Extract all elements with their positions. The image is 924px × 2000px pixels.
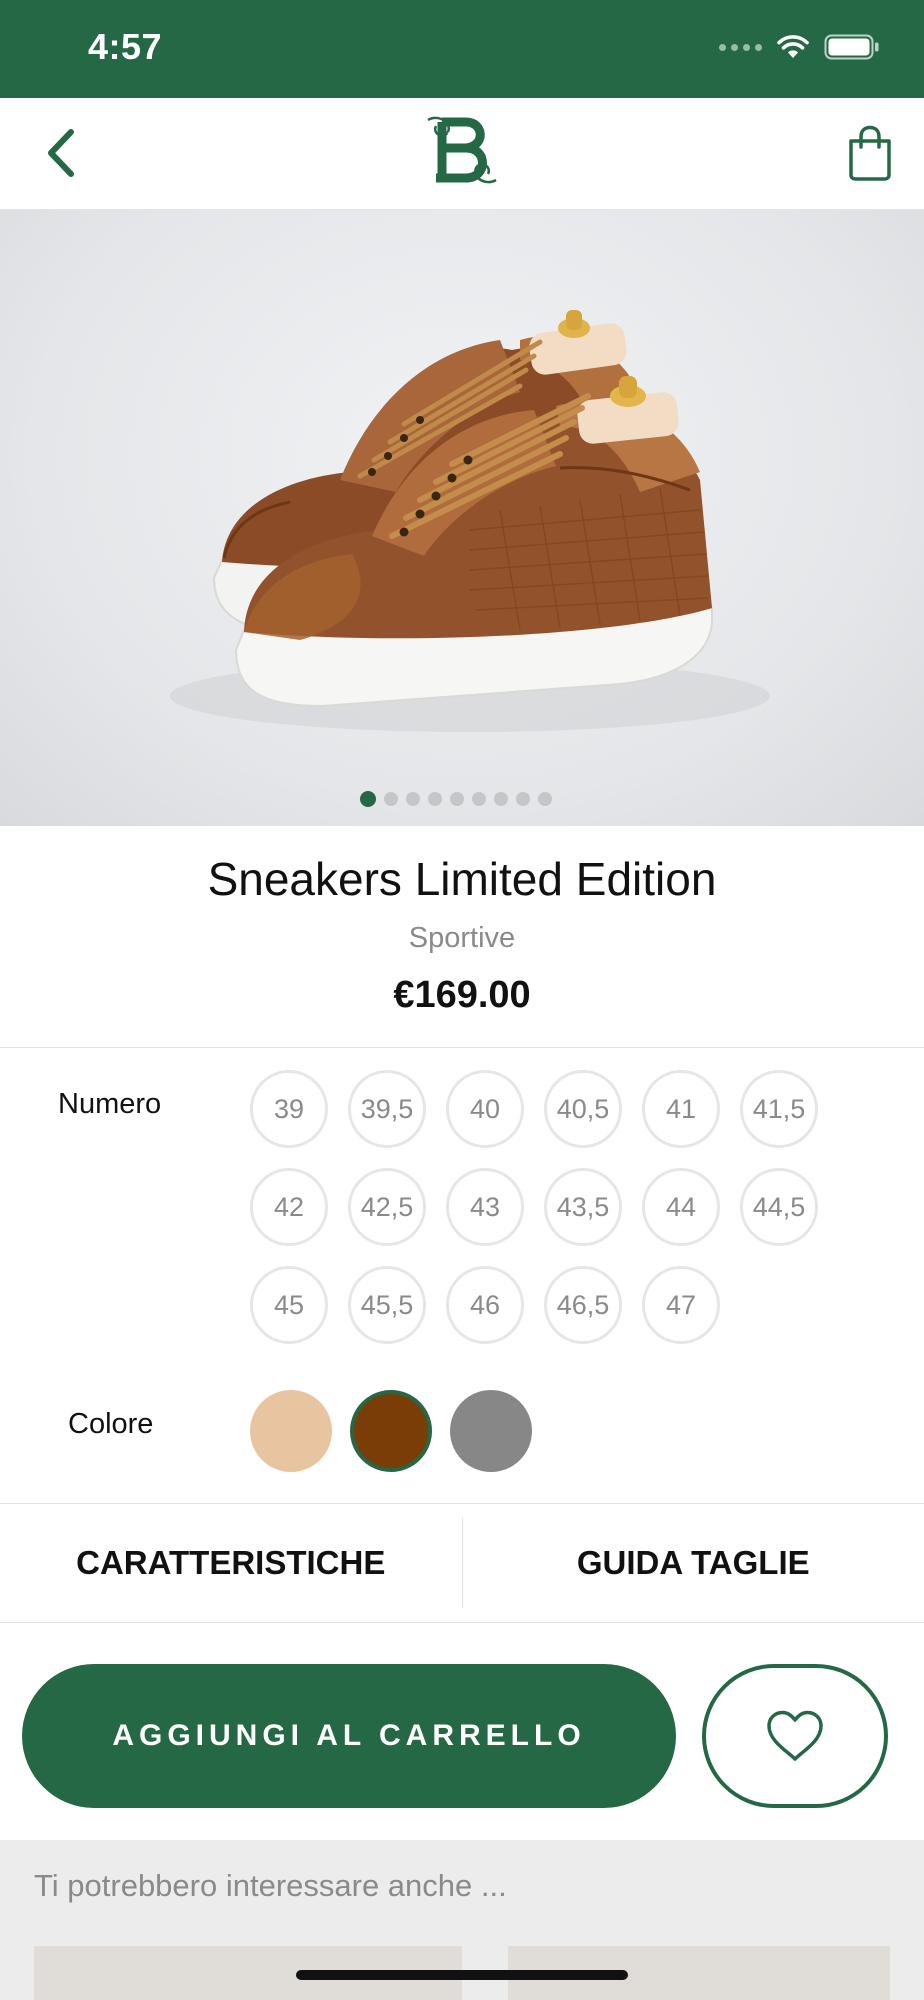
tab-features[interactable]: CARATTERISTICHE [0, 1504, 462, 1622]
size-option[interactable]: 42 [250, 1168, 328, 1246]
gallery-dot[interactable] [384, 792, 398, 806]
gallery-dot[interactable] [516, 792, 530, 806]
size-option[interactable]: 42,5 [348, 1168, 426, 1246]
shopping-bag-button[interactable] [838, 118, 902, 188]
status-time: 4:57 [88, 26, 163, 67]
product-price: €169.00 [393, 974, 531, 1016]
home-indicator[interactable] [296, 1970, 628, 1980]
product-image-gallery[interactable] [0, 210, 924, 826]
chevron-left-icon [48, 129, 74, 177]
size-option[interactable]: 43,5 [544, 1168, 622, 1246]
size-option[interactable]: 39,5 [348, 1070, 426, 1148]
product-image [170, 310, 770, 732]
battery-icon [824, 34, 879, 60]
gallery-dot[interactable] [472, 792, 486, 806]
size-option[interactable]: 43 [446, 1168, 524, 1246]
brand-logo: B [422, 112, 502, 188]
size-option[interactable]: 41,5 [740, 1070, 818, 1148]
add-to-cart-button[interactable]: AGGIUNGI AL CARRELLO [22, 1664, 676, 1808]
back-button[interactable] [30, 120, 90, 186]
color-swatch-brown[interactable] [350, 1390, 432, 1472]
size-option[interactable]: 45,5 [348, 1266, 426, 1344]
size-option[interactable]: 46,5 [544, 1266, 622, 1344]
shopping-bag-icon [849, 125, 891, 181]
size-option[interactable]: 45 [250, 1266, 328, 1344]
purchase-actions: AGGIUNGI AL CARRELLO [0, 1664, 924, 1808]
navigation-bar: B [0, 98, 924, 210]
color-selector [250, 1390, 532, 1472]
size-option[interactable]: 47 [642, 1266, 720, 1344]
size-option[interactable]: 46 [446, 1266, 524, 1344]
related-title: Ti potrebbero interessare anche ... [34, 1868, 507, 1903]
gallery-pagination[interactable] [0, 791, 918, 807]
wifi-icon [777, 35, 809, 58]
gallery-dot[interactable] [494, 792, 508, 806]
gallery-dot-active[interactable] [360, 791, 376, 807]
cellular-signal-icon [719, 43, 762, 51]
color-swatch-beige[interactable] [250, 1390, 332, 1472]
size-option[interactable]: 40,5 [544, 1070, 622, 1148]
heart-icon [767, 1710, 823, 1761]
gallery-dot[interactable] [406, 792, 420, 806]
gallery-dot[interactable] [538, 792, 552, 806]
size-option[interactable]: 44 [642, 1168, 720, 1246]
color-label: Colore [68, 1408, 154, 1440]
gallery-dot[interactable] [450, 792, 464, 806]
wishlist-button[interactable] [702, 1664, 888, 1808]
status-bar: 4:57 [0, 0, 924, 98]
tab-size-guide[interactable]: GUIDA TAGLIE [463, 1504, 924, 1622]
size-option[interactable]: 41 [642, 1070, 720, 1148]
product-info: Sneakers Limited Edition Sportive €169.0… [0, 826, 924, 1048]
size-label: Numero [58, 1088, 162, 1120]
info-tabs: CARATTERISTICHE GUIDA TAGLIE [0, 1503, 924, 1623]
color-swatch-grey[interactable] [450, 1390, 532, 1472]
gallery-dot[interactable] [428, 792, 442, 806]
size-option[interactable]: 39 [250, 1070, 328, 1148]
product-category: Sportive [408, 922, 516, 954]
size-option[interactable]: 40 [446, 1070, 524, 1148]
product-title: Sneakers Limited Edition [207, 853, 717, 905]
size-option[interactable]: 44,5 [740, 1168, 818, 1246]
status-icons [719, 34, 880, 60]
size-selector: 39 39,5 40 40,5 41 41,5 42 42,5 43 43,5 … [250, 1070, 850, 1344]
